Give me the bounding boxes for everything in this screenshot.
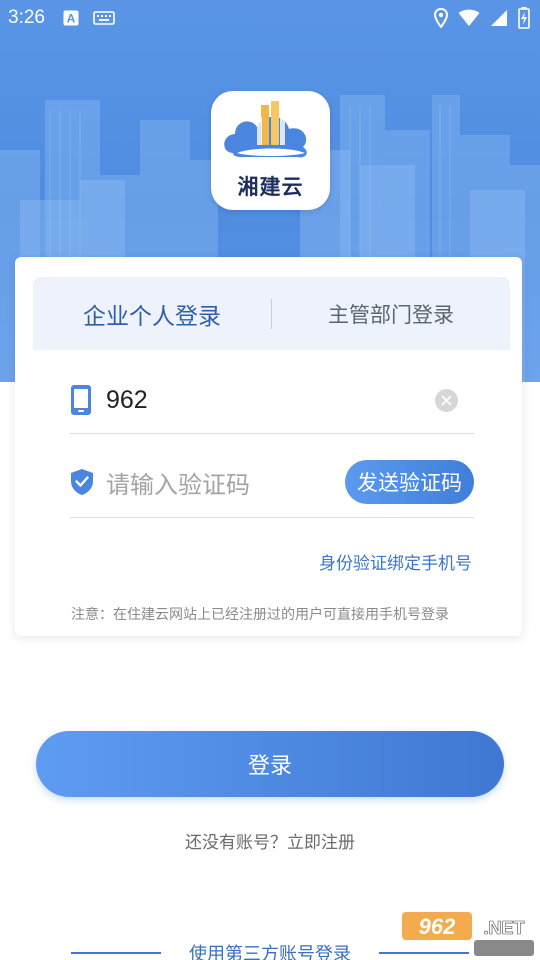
status-time: 3:26 <box>8 7 45 28</box>
tab-enterprise-personal-login[interactable]: 企业个人登录 <box>33 297 271 331</box>
svg-text:A: A <box>67 12 76 26</box>
third-party-login-label[interactable]: 使用第三方账号登录 <box>189 940 351 960</box>
svg-text:962: 962 <box>419 914 456 939</box>
site-watermark-logo: 962 .NET <box>400 908 536 958</box>
bind-phone-link[interactable]: 身份验证绑定手机号 <box>319 549 472 574</box>
divider-line-left <box>71 952 161 954</box>
signal-icon <box>490 9 508 27</box>
login-tabs: 企业个人登录 主管部门登录 <box>33 277 510 350</box>
keyboard-icon <box>93 11 115 25</box>
phone-field[interactable]: 962 <box>70 367 474 434</box>
register-link[interactable]: 还没有账号？立即注册 <box>0 828 540 853</box>
phone-icon <box>70 384 98 416</box>
verification-code-input[interactable]: 请输入验证码 <box>106 465 250 500</box>
font-a-icon: A <box>63 10 79 26</box>
app-logo: 湘建云 <box>211 91 330 210</box>
login-notice: 注意：在住建云网站上已经注册过的用户可直接用手机号登录 <box>71 607 449 623</box>
login-button[interactable]: 登录 <box>36 731 504 797</box>
login-card: 企业个人登录 主管部门登录 962 请输入验证码 发送验证码 身份验证绑定手机号… <box>15 257 522 636</box>
send-code-button[interactable]: 发送验证码 <box>345 460 474 504</box>
svg-text:.NET: .NET <box>483 918 524 938</box>
wifi-icon <box>458 9 480 27</box>
verification-code-field[interactable]: 请输入验证码 发送验证码 <box>70 447 474 518</box>
logo-brand-text: 湘建云 <box>237 175 304 199</box>
shield-check-icon <box>70 468 98 496</box>
location-icon <box>434 8 448 28</box>
status-bar: 3:26 A <box>0 0 540 36</box>
cloud-building-logo-icon <box>224 101 307 158</box>
tab-department-login[interactable]: 主管部门登录 <box>272 299 510 329</box>
battery-charging-icon <box>518 7 530 29</box>
phone-input[interactable]: 962 <box>106 386 148 415</box>
clear-icon[interactable] <box>435 388 458 412</box>
